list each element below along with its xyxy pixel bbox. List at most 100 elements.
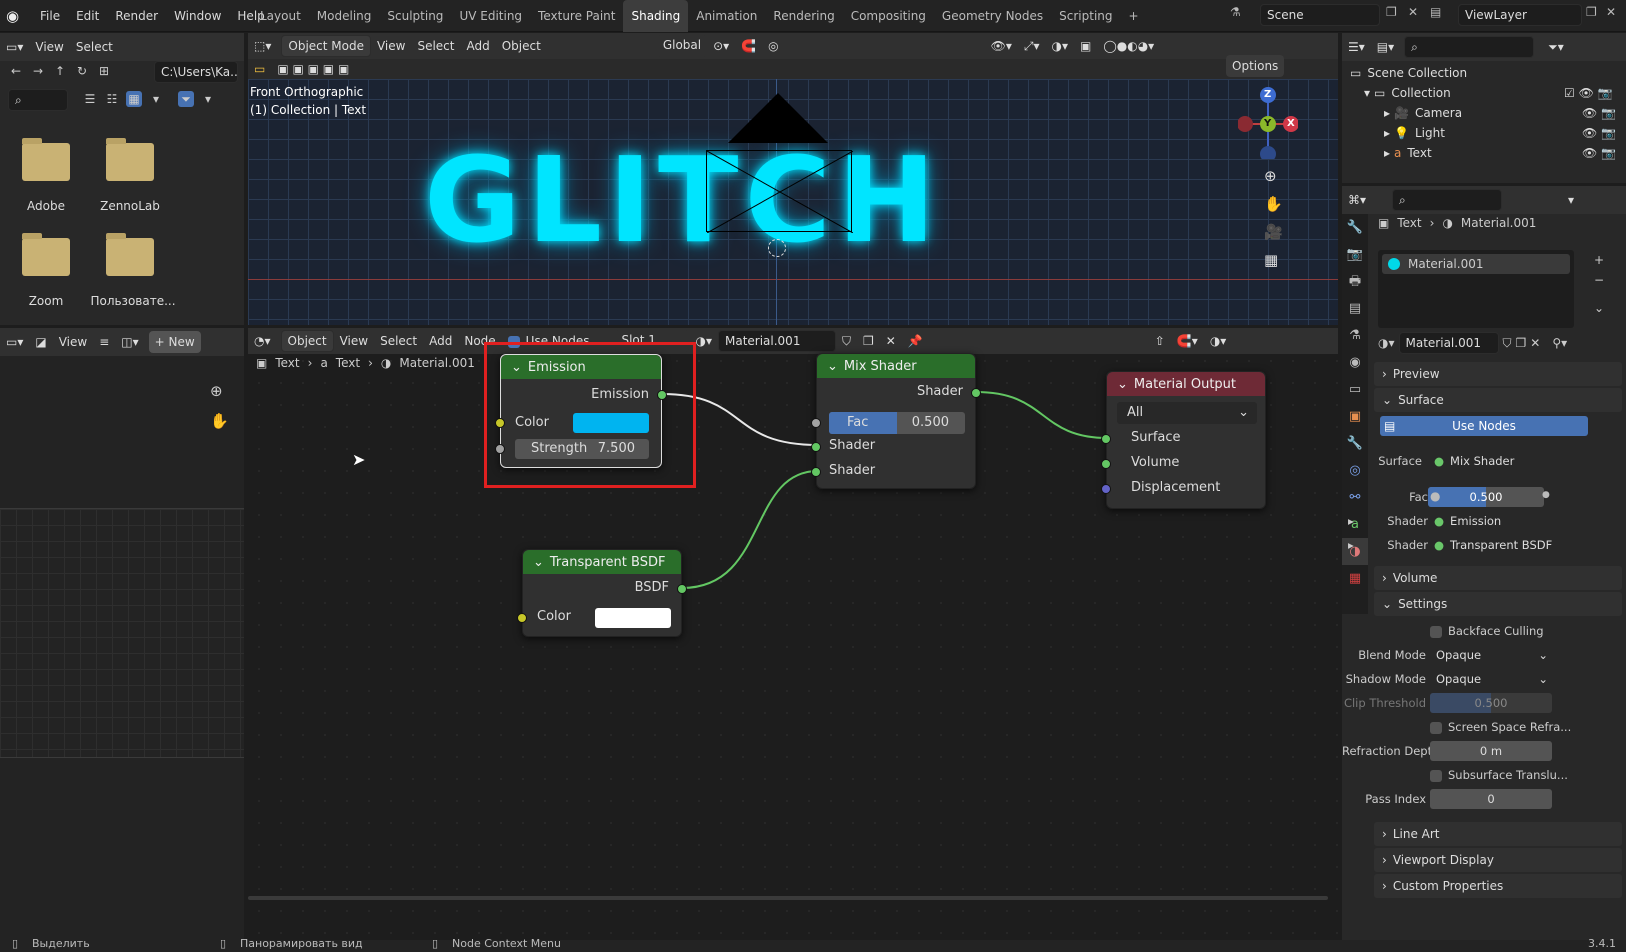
tab-layout[interactable]: Layout <box>252 0 309 32</box>
folder-item[interactable] <box>106 138 154 181</box>
refraction-depth-field[interactable]: 0 m <box>1430 741 1552 761</box>
viewlayer-icon[interactable]: ▤ <box>1430 5 1441 19</box>
new-viewlayer-icon[interactable]: ❐ <box>1586 5 1597 19</box>
checkbox-icon[interactable]: ☑ <box>1564 86 1575 100</box>
shader2-field[interactable]: ● Transparent BSDF <box>1428 535 1558 555</box>
folder-item[interactable] <box>22 138 70 181</box>
render-tab-icon[interactable]: 📷 <box>1342 241 1368 268</box>
search-input[interactable]: ⌕ <box>8 89 68 111</box>
tab-geometry-nodes[interactable]: Geometry Nodes <box>934 0 1051 32</box>
menu-select[interactable]: Select <box>411 39 460 53</box>
detail-view-icon[interactable]: ☷ <box>104 91 120 107</box>
select-tool-icon[interactable]: ▭ <box>248 62 271 76</box>
menu-add[interactable]: Add <box>460 39 495 53</box>
tool-tab-icon[interactable]: 🔧 <box>1342 214 1368 241</box>
display-mode-icon[interactable]: ▤▾ <box>1371 40 1400 54</box>
editor-type-icon[interactable]: ⬚▾ <box>248 39 277 53</box>
search-input[interactable]: ⌕ <box>1404 36 1535 58</box>
remove-slot-icon[interactable]: − <box>1594 270 1604 290</box>
menu-window[interactable]: Window <box>166 0 229 32</box>
orientation-dropdown[interactable]: Global <box>656 35 708 57</box>
material-name-field[interactable]: Material.001 <box>1398 332 1499 354</box>
surface-input-socket[interactable] <box>1101 434 1111 444</box>
search-input[interactable]: ⌕ <box>1392 189 1503 211</box>
menu-view[interactable]: View <box>371 39 411 53</box>
viewport-3d[interactable]: ⬚▾ Object Mode View Select Add Object Gl… <box>248 33 1338 325</box>
hand-pan-icon[interactable]: ✋ <box>210 412 229 430</box>
zoom-icon[interactable]: ⊕ <box>210 382 223 400</box>
delete-viewlayer-icon[interactable]: ✕ <box>1606 5 1616 19</box>
parent-dir-icon[interactable]: ↑ <box>52 63 68 79</box>
editor-type-icon[interactable]: ▭▾ <box>0 335 29 349</box>
output-tab-icon[interactable]: 🖶 <box>1342 268 1368 295</box>
menu-select[interactable]: Select <box>70 40 119 54</box>
gizmo-toggle-icon[interactable]: ⤢▾ <box>1018 39 1046 54</box>
new-scene-icon[interactable]: ❐ <box>1386 5 1397 19</box>
fake-user-icon[interactable]: ⛉ <box>1503 336 1512 351</box>
snap-icon[interactable]: 🧲 <box>735 39 762 53</box>
tab-animation[interactable]: Animation <box>688 0 765 32</box>
folder-item[interactable] <box>106 233 154 276</box>
transparent-node-header[interactable]: ⌄ Transparent BSDF <box>523 550 681 574</box>
fac-slider[interactable]: Fac 0.500 <box>829 412 965 434</box>
hand-pan-icon[interactable]: ✋ <box>1264 195 1283 213</box>
tab-uv-editing[interactable]: UV Editing <box>451 0 530 32</box>
eye-icon[interactable]: 👁 <box>1582 106 1597 120</box>
tab-modeling[interactable]: Modeling <box>309 0 380 32</box>
add-workspace-button[interactable]: + <box>1121 0 1147 32</box>
horizontal-scrollbar[interactable] <box>248 896 1328 900</box>
proportional-edit-icon[interactable]: ◎ <box>762 39 784 53</box>
tab-shading[interactable]: Shading <box>623 0 689 32</box>
volume-input-socket[interactable] <box>1101 459 1111 469</box>
shader-input-socket[interactable] <box>811 467 821 477</box>
fac-slider[interactable]: ● 0.500 <box>1428 487 1544 507</box>
menu-view[interactable]: View <box>29 40 69 54</box>
select-box-modes-icon[interactable]: ▣ ▣ ▣ ▣ ▣ <box>271 62 355 76</box>
camera-render-icon[interactable]: 📷 <box>1601 106 1616 120</box>
thumbnail-view-icon[interactable]: ▦ <box>126 91 142 107</box>
image-browse-icon[interactable]: ◫▾ <box>115 335 144 349</box>
filter-icon[interactable]: ⏷ <box>178 91 194 107</box>
unlink-icon[interactable]: ✕ <box>1530 336 1540 350</box>
panel-preview[interactable]: › Preview <box>1374 362 1622 386</box>
add-slot-icon[interactable]: + <box>1594 250 1604 270</box>
menu-object[interactable]: Object <box>496 39 547 53</box>
panel-settings[interactable]: ⌄ Settings <box>1374 592 1622 616</box>
texture-tab-icon[interactable]: ▦ <box>1342 565 1368 592</box>
viewlayer-name-field[interactable]: ViewLayer <box>1458 4 1582 26</box>
menu-render[interactable]: Render <box>107 0 166 32</box>
visibility-icon[interactable]: 👁▾ <box>985 39 1018 53</box>
mix-shader-node-header[interactable]: ⌄ Mix Shader <box>817 354 975 378</box>
scene-collection-row[interactable]: ▭ Scene Collection <box>1350 63 1467 83</box>
outliner-item-light[interactable]: ▸ 💡 Light <box>1384 123 1445 143</box>
menu-view[interactable]: View <box>53 335 93 349</box>
panel-viewport-display[interactable]: › Viewport Display <box>1374 848 1622 872</box>
slot-menu-icon[interactable]: ⌄ <box>1594 298 1604 318</box>
ssr-checkbox[interactable]: Screen Space Refra... <box>1430 720 1571 734</box>
new-image-button[interactable]: + New <box>148 331 201 353</box>
material-slot-list[interactable]: Material.001 <box>1378 250 1574 328</box>
image-mode-icon[interactable]: ◪ <box>29 335 52 349</box>
use-nodes-button[interactable]: ▤ Use Nodes <box>1380 416 1588 436</box>
new-folder-icon[interactable]: ⊞ <box>96 63 112 79</box>
sss-checkbox[interactable]: Subsurface Translu... <box>1430 768 1568 782</box>
tab-sculpting[interactable]: Sculpting <box>379 0 451 32</box>
object-tab-icon[interactable]: ▣ <box>1342 403 1368 430</box>
blend-mode-dropdown[interactable]: Opaque ⌄ <box>1430 645 1552 665</box>
bsdf-output-socket[interactable] <box>677 584 687 594</box>
scene-tab-icon[interactable]: ⚗ <box>1342 322 1368 349</box>
mix-shader-node[interactable]: ⌄ Mix Shader Shader Fac 0.500 Shader Shad… <box>811 353 981 489</box>
back-arrow-icon[interactable]: ← <box>8 63 24 79</box>
modifier-tab-icon[interactable]: 🔧 <box>1342 430 1368 457</box>
duplicate-icon[interactable]: ❐ <box>1516 336 1527 350</box>
list-view-icon[interactable]: ☰ <box>82 91 98 107</box>
keyframe-dot-icon[interactable]: ● <box>1542 490 1550 500</box>
zoom-icon[interactable]: ⊕ <box>1264 167 1277 185</box>
mix-output-socket[interactable] <box>971 388 981 398</box>
eye-icon[interactable]: 👁 <box>1579 86 1594 100</box>
delete-scene-icon[interactable]: ✕ <box>1408 5 1418 19</box>
tab-scripting[interactable]: Scripting <box>1051 0 1120 32</box>
forward-arrow-icon[interactable]: → <box>30 63 46 79</box>
panel-surface[interactable]: ⌄ Surface <box>1374 388 1622 412</box>
options-button[interactable]: Options <box>1226 55 1285 77</box>
